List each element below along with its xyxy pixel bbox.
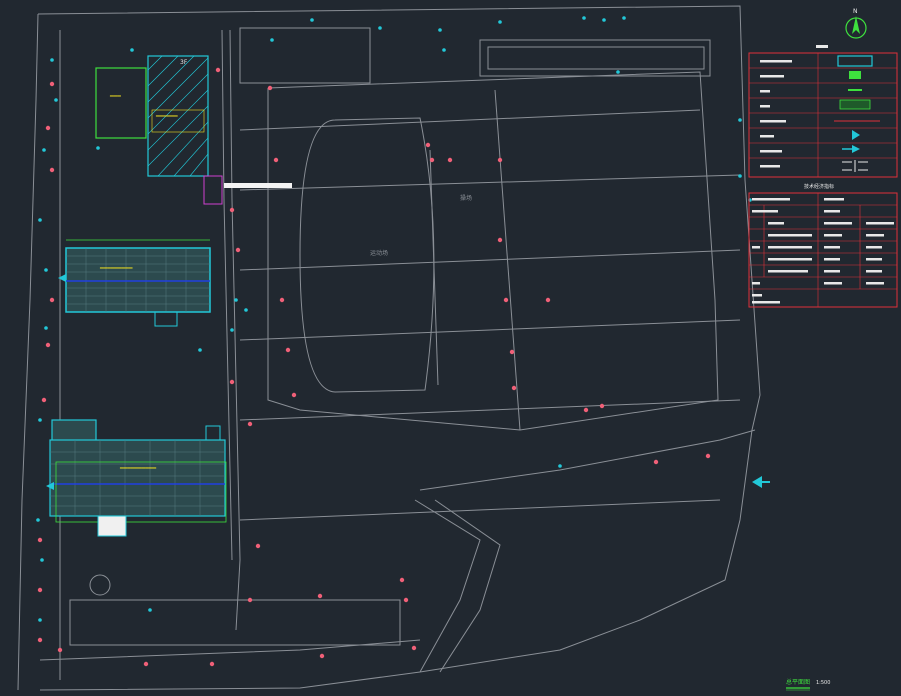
- marker-3: [285, 347, 291, 353]
- cyan-marker-18: [42, 148, 46, 152]
- cyan-marker-24: [40, 558, 44, 562]
- annotation-1: ━━━━━━: [155, 113, 178, 120]
- marker-10: [509, 349, 515, 355]
- marker-38: [229, 379, 235, 385]
- annotation-2: ━━━: [109, 93, 121, 100]
- marker-1: [273, 157, 279, 163]
- legend-swatch-hatch: [839, 99, 871, 110]
- cyan-marker-17: [54, 98, 58, 102]
- cyan-marker-10: [738, 118, 742, 122]
- cyan-marker-3: [438, 28, 442, 32]
- cyan-marker-15: [244, 308, 248, 312]
- legend-swatch-text: [848, 89, 862, 91]
- cyan-marker-19: [38, 218, 42, 222]
- marker-5: [425, 142, 431, 148]
- marker-23: [215, 67, 221, 73]
- site-plan-canvas: ━━━━━━ ━━━ ━━━━━━━━━ ━━━━━━━━━━ 3F 运动场 操…: [0, 0, 901, 696]
- cyan-marker-14: [234, 298, 238, 302]
- drawing-title: 总平面图: [786, 678, 810, 686]
- marker-13: [599, 403, 605, 409]
- marker-14: [653, 459, 659, 465]
- marker-28: [45, 342, 51, 348]
- marker-17: [403, 597, 409, 603]
- marker-33: [143, 661, 149, 667]
- marker-11: [511, 385, 517, 391]
- north-letter: N: [853, 8, 858, 15]
- cyan-marker-29: [130, 48, 134, 52]
- cyan-marker-13: [230, 328, 234, 332]
- label-track: 运动场: [370, 249, 388, 257]
- marker-31: [37, 587, 43, 593]
- marker-27: [49, 297, 55, 303]
- cyan-marker-28: [558, 464, 562, 468]
- marker-20: [247, 421, 253, 427]
- building-3-entrance: [97, 515, 127, 537]
- marker-35: [319, 653, 325, 659]
- cyan-marker-27: [198, 348, 202, 352]
- cyan-marker-16: [50, 58, 54, 62]
- marker-8: [497, 237, 503, 243]
- cyan-marker-2: [378, 26, 382, 30]
- cyan-marker-26: [148, 608, 152, 612]
- marker-24: [49, 81, 55, 87]
- marker-4: [291, 392, 297, 398]
- cyan-marker-8: [622, 16, 626, 20]
- cyan-marker-22: [38, 418, 42, 422]
- marker-41: [247, 597, 253, 603]
- marker-36: [411, 645, 417, 651]
- legend-heading: [816, 45, 828, 48]
- cyan-marker-6: [582, 16, 586, 20]
- legend-swatch-green: [849, 71, 861, 79]
- cyan-marker-5: [498, 20, 502, 24]
- cyan-marker-23: [36, 518, 40, 522]
- cyan-marker-0: [270, 38, 274, 42]
- marker-29: [41, 397, 47, 403]
- marker-15: [705, 453, 711, 459]
- area-table-title: 技术经济指标: [804, 183, 834, 190]
- marker-12: [545, 297, 551, 303]
- cyan-marker-30: [96, 146, 100, 150]
- marker-22: [229, 207, 235, 213]
- label-building-top: 3F: [180, 59, 188, 66]
- marker-25: [45, 125, 51, 131]
- cyan-marker-21: [44, 326, 48, 330]
- marker-9: [503, 297, 509, 303]
- marker-37: [57, 647, 63, 653]
- marker-6: [429, 157, 435, 163]
- marker-39: [583, 407, 589, 413]
- marker-18: [317, 593, 323, 599]
- marker-2: [279, 297, 285, 303]
- marker-34: [209, 661, 215, 667]
- label-field: 操场: [460, 194, 472, 202]
- building-3-outline: [49, 439, 226, 517]
- drawing-background: [0, 0, 901, 696]
- cyan-marker-9: [616, 70, 620, 74]
- cyan-marker-7: [602, 18, 606, 22]
- annotation-4: ━━━━━━━━━━: [119, 465, 157, 472]
- cyan-marker-1: [310, 18, 314, 22]
- marker-26: [49, 167, 55, 173]
- building-2-outline: [65, 247, 211, 313]
- cyan-marker-4: [442, 48, 446, 52]
- cyan-marker-11: [738, 174, 742, 178]
- drawing-scale: 1:500: [816, 680, 830, 686]
- marker-40: [447, 157, 453, 163]
- marker-7: [497, 157, 503, 163]
- marker-32: [37, 637, 43, 643]
- building-1-bar: [224, 183, 292, 188]
- cyan-marker-20: [44, 268, 48, 272]
- cyan-marker-25: [38, 618, 42, 622]
- annotation-3: ━━━━━━━━━: [99, 265, 133, 272]
- marker-21: [235, 247, 241, 253]
- marker-30: [37, 537, 43, 543]
- marker-16: [399, 577, 405, 583]
- marker-0: [267, 85, 273, 91]
- marker-19: [255, 543, 261, 549]
